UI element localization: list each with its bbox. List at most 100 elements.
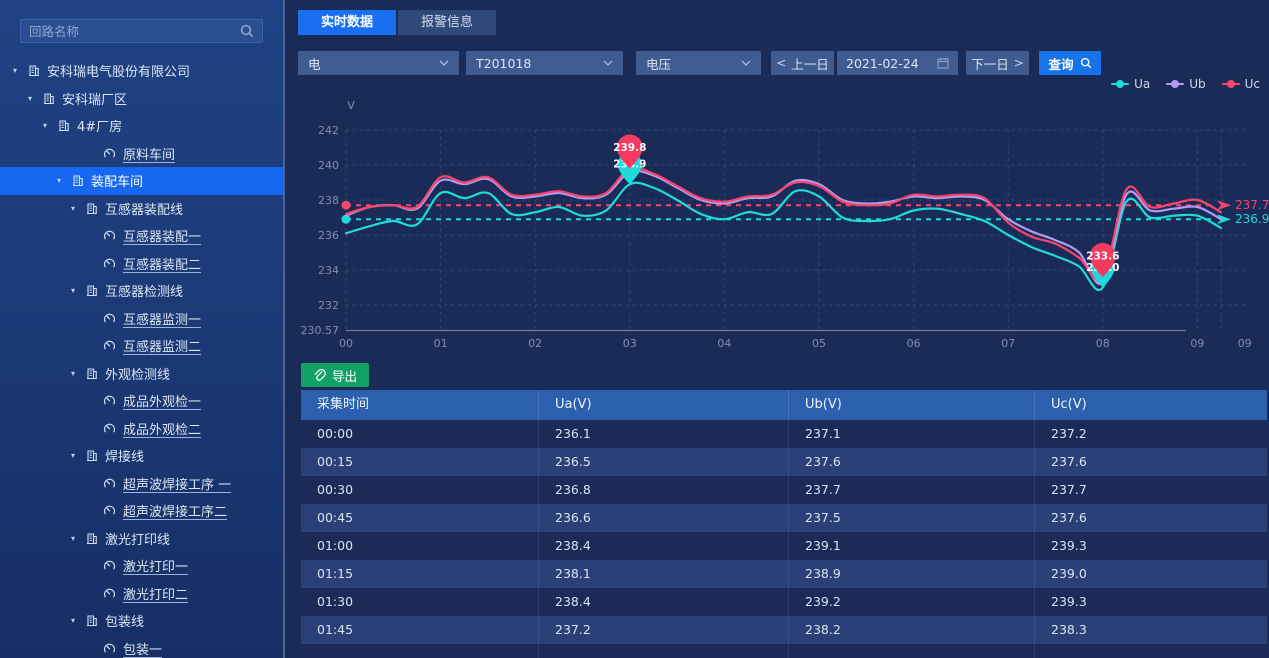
tree-item-label: 安科瑞电气股份有限公司 [47,61,190,80]
legend-label: Ua [1134,77,1150,91]
tree-item[interactable]: 成品外观检一 [0,387,285,415]
column-header: Ua(V) [539,390,789,420]
table-cell: 237.6 [1035,504,1267,532]
gauge-icon [103,587,116,600]
tree-item[interactable]: 互感器监测一 [0,305,285,333]
building-icon [71,174,84,187]
legend-item-ub[interactable]: Ub [1166,77,1205,91]
metric-select[interactable]: 电压 [636,51,761,75]
tree-item[interactable]: ▾包装线 [0,607,285,635]
metric-value: 电压 [646,54,671,73]
x-tick-label: 07 [1001,337,1015,350]
legend-item-uc[interactable]: Uc [1222,77,1260,91]
building-icon [85,367,98,380]
table-row [301,644,1267,658]
table-row: 00:45236.6237.5237.6 [301,504,1267,532]
table-cell: 01:45 [301,616,539,644]
y-tick-label: 234 [318,264,339,277]
circuit-search-box[interactable] [20,19,263,43]
chevron-down-icon [439,60,449,66]
prev-day-button[interactable]: < 上一日 [771,51,834,75]
x-tick-label: 02 [528,337,542,350]
average-line-start-dot [342,201,351,210]
legend-marker [1222,80,1240,88]
tree-item[interactable]: ▾ 安科瑞电气股份有限公司 [0,57,285,85]
table-cell: 01:00 [301,532,539,560]
building-icon [85,202,98,215]
tree-item[interactable]: ▾ 安科瑞厂区 [0,85,285,113]
table-cell [539,644,789,658]
query-button[interactable]: 查询 [1039,51,1101,75]
tree-item[interactable]: 超声波焊接工序 一 [0,470,285,498]
column-header: 采集时间 [301,390,539,420]
paperclip-icon [313,369,326,382]
tree-item[interactable]: 超声波焊接工序二 [0,497,285,525]
expand-arrow-icon[interactable]: ▾ [71,616,85,625]
gauge-icon [103,422,116,435]
tree-item[interactable]: ▾互感器装配线 [0,195,285,223]
table-cell: 238.2 [789,616,1035,644]
tree-item[interactable]: ▾焊接线 [0,442,285,470]
gauge-icon [103,229,116,242]
date-input[interactable]: 2021-02-24 [837,51,958,75]
tree-item-label: 成品外观检二 [123,419,201,438]
tree-item[interactable]: 激光打印二 [0,580,285,608]
table-cell: 237.5 [789,504,1035,532]
gauge-icon [103,504,116,517]
expand-arrow-icon[interactable]: ▾ [71,534,85,543]
gauge-icon [103,257,116,270]
expand-arrow-icon[interactable]: ▾ [71,451,85,460]
expand-arrow-icon[interactable]: ▾ [43,121,57,130]
device-select[interactable]: T201018 [466,51,623,75]
tree-item[interactable]: ▾4#厂房 [0,112,285,140]
next-day-button[interactable]: 下一日 > [966,51,1029,75]
chevron-left-icon: < [776,56,786,70]
tree-item[interactable]: 互感器装配二 [0,250,285,278]
tree-item-label: 包装一 [123,639,162,658]
tab-alarm-info[interactable]: 报警信息 [398,10,496,35]
tree-item-label: 互感器装配二 [123,254,201,273]
energy-type-select[interactable]: 电 [298,51,459,75]
table-cell: 01:15 [301,560,539,588]
marker-value-label: 239.8 [613,142,646,154]
search-input[interactable] [21,24,240,39]
search-icon[interactable] [240,24,254,38]
table-cell: 237.1 [789,420,1035,448]
legend-label: Ub [1189,77,1205,91]
tree-item[interactable]: ▾激光打印线 [0,525,285,553]
calendar-icon [937,57,949,69]
chart-grid [346,130,1245,330]
x-axis-end-label: 09 [1238,337,1252,350]
expand-arrow-icon[interactable]: ▾ [71,204,85,213]
expand-arrow-icon[interactable]: ▾ [71,286,85,295]
tree-item[interactable]: ▾装配车间 [0,167,285,195]
building-icon [27,64,40,77]
building-icon [85,449,98,462]
device-value: T201018 [476,56,531,71]
tab-realtime-data[interactable]: 实时数据 [298,10,396,35]
tree-item[interactable]: 激光打印一 [0,552,285,580]
tree-item[interactable]: ▾外观检测线 [0,360,285,388]
gauge-icon [103,147,116,160]
column-header: Ub(V) [789,390,1035,420]
expand-arrow-icon[interactable]: ▾ [28,94,42,103]
building-icon [85,284,98,297]
tree-item[interactable]: 互感器装配一 [0,222,285,250]
table-row: 01:45237.2238.2238.3 [301,616,1267,644]
table-cell: 238.9 [789,560,1035,588]
tree-item[interactable]: 原料车间 [0,140,285,168]
legend-item-ua[interactable]: Ua [1111,77,1150,91]
export-button[interactable]: 导出 [301,363,369,387]
tree-item[interactable]: ▾互感器检测线 [0,277,285,305]
table-cell [789,644,1035,658]
tree-item-label: 安科瑞厂区 [62,89,127,108]
tree-item[interactable]: 互感器监测二 [0,332,285,360]
tree-item[interactable]: 包装一 [0,635,285,658]
tree-item[interactable]: 成品外观检二 [0,415,285,443]
tree-item-label: 原料车间 [123,144,175,163]
expand-arrow-icon[interactable]: ▾ [13,66,27,75]
table-cell: 237.6 [1035,448,1267,476]
expand-arrow-icon[interactable]: ▾ [71,369,85,378]
voltage-line-chart: V242240238236234232230.57000102030405060… [287,95,1269,357]
expand-arrow-icon[interactable]: ▾ [57,176,71,185]
